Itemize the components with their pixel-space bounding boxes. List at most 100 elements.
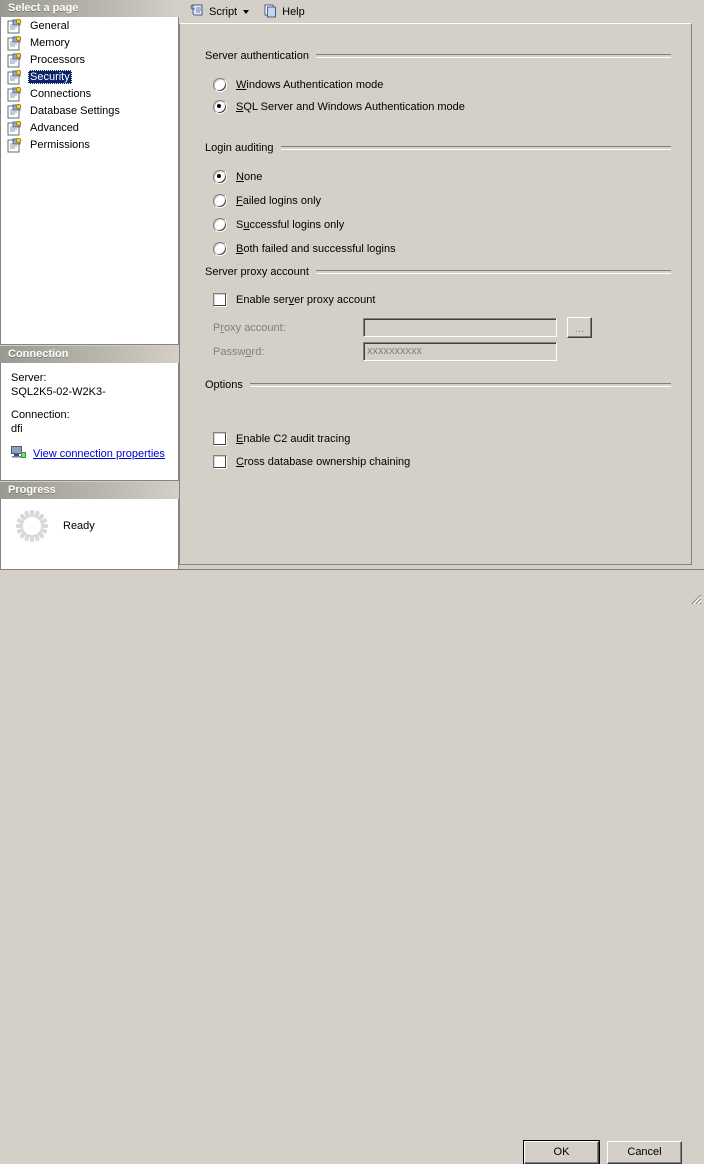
progress-panel: Ready <box>0 499 179 570</box>
page-icon <box>7 86 23 102</box>
connection-header: Connection <box>0 346 179 363</box>
server-authentication-options[interactable]: Windows Authentication mode SQL Server an… <box>213 76 671 116</box>
login-audit-option-row-3[interactable]: Both failed and successful logins <box>213 240 671 258</box>
proxy-password-label: Password: <box>213 345 265 358</box>
sidebar-item-label: Processors <box>30 54 86 66</box>
page-icon <box>7 18 23 34</box>
group-separator-line <box>280 146 671 150</box>
help-button[interactable]: Help <box>258 2 310 22</box>
sidebar-item-processors[interactable]: Processors <box>1 52 178 68</box>
login-audit-option-radio-3[interactable] <box>213 242 227 256</box>
options-title: Options <box>205 379 243 391</box>
sidebar-item-label: Advanced <box>30 122 79 134</box>
page-list[interactable]: General Memory Processors Security Connectio… <box>0 17 179 345</box>
login-audit-option-label-1: Failed logins only <box>236 195 322 207</box>
connection-user-value: dfi <box>11 423 23 435</box>
login-audit-option-row-1[interactable]: Failed logins only <box>213 192 671 210</box>
login-audit-option-radio-2[interactable] <box>213 218 227 232</box>
resize-grip[interactable] <box>688 591 702 605</box>
sidebar-item-memory[interactable]: Memory <box>1 35 178 51</box>
sidebar-item-security[interactable]: Security <box>1 69 178 85</box>
server-authentication-title: Server authentication <box>205 50 309 62</box>
proxy-account-input[interactable] <box>363 318 557 337</box>
enable-server-proxy-account-row[interactable]: Enable server proxy account <box>213 291 671 309</box>
dialog-button-bar: OK Cancel <box>0 570 704 1164</box>
sidebar-item-advanced[interactable]: Advanced <box>1 120 178 136</box>
settings-form: Server authentication Windows Authentica… <box>179 23 704 565</box>
ok-button[interactable]: OK <box>523 1140 600 1164</box>
page-icon <box>7 69 23 85</box>
toolbar: Script Help <box>179 0 704 23</box>
login-auditing-group: Login auditing None Failed logins only Suc… <box>205 141 671 258</box>
help-icon <box>263 3 282 21</box>
login-audit-option-label-0: None <box>236 171 263 183</box>
enable-server-proxy-account-checkbox[interactable] <box>213 293 227 307</box>
proxy-account-browse-button[interactable]: ... <box>567 317 592 338</box>
page-icon <box>7 120 23 136</box>
options-checkboxes[interactable]: Enable C2 audit tracing Cross database ow… <box>213 430 671 471</box>
chevron-down-icon[interactable] <box>243 9 250 14</box>
page-icon <box>7 35 23 51</box>
left-panel: Select a page General Memory Processors Sec… <box>0 0 179 570</box>
group-separator-line <box>315 54 671 58</box>
login-auditing-title: Login auditing <box>205 142 274 154</box>
server-auth-option-row-0[interactable]: Windows Authentication mode <box>213 76 671 94</box>
server-auth-option-radio-0[interactable] <box>213 78 227 92</box>
login-audit-option-radio-1[interactable] <box>213 194 227 208</box>
server-auth-option-label-0: Windows Authentication mode <box>236 79 384 91</box>
sidebar-item-label: Connections <box>30 88 92 100</box>
page-icon <box>7 103 23 119</box>
sidebar-item-database-settings[interactable]: Database Settings <box>1 103 178 119</box>
group-separator-line <box>315 270 671 274</box>
script-button-label: Script <box>209 5 238 18</box>
select-a-page-header: Select a page <box>0 0 179 17</box>
sidebar-item-permissions[interactable]: Permissions <box>1 137 178 153</box>
server-authentication-group: Server authentication Windows Authentica… <box>205 49 671 116</box>
connection-computer-icon <box>11 445 27 463</box>
progress-spinner-icon <box>15 509 49 543</box>
server-value: SQL2K5-02-W2K3- <box>11 386 106 398</box>
progress-status-text: Ready <box>63 520 95 532</box>
view-connection-properties-link[interactable]: View connection properties <box>33 448 165 460</box>
proxy-account-label: Proxy account: <box>213 321 286 334</box>
sidebar-item-label: Memory <box>30 37 70 49</box>
option-check-checkbox-0[interactable] <box>213 432 227 446</box>
sidebar-item-label: Permissions <box>30 139 90 151</box>
sidebar-item-label: General <box>30 20 70 32</box>
option-check-row-0[interactable]: Enable C2 audit tracing <box>213 430 671 448</box>
login-audit-option-label-3: Both failed and successful logins <box>236 243 396 255</box>
server-auth-option-radio-1[interactable] <box>213 100 227 114</box>
server-proxy-account-header: Server proxy account <box>205 265 671 279</box>
sidebar-item-general[interactable]: General <box>1 18 178 34</box>
script-icon <box>190 3 209 21</box>
proxy-account-row[interactable]: Proxy account: ... <box>213 317 671 338</box>
server-proxy-account-title: Server proxy account <box>205 266 309 278</box>
server-auth-option-row-1[interactable]: SQL Server and Windows Authentication mo… <box>213 98 671 116</box>
server-auth-option-label-1: SQL Server and Windows Authentication mo… <box>236 101 465 113</box>
login-auditing-header: Login auditing <box>205 141 671 155</box>
view-connection-properties-row[interactable]: View connection properties <box>11 445 168 463</box>
cancel-button[interactable]: Cancel <box>607 1141 682 1164</box>
connection-panel: Server: SQL2K5-02-W2K3- Connection: dfi … <box>0 363 179 481</box>
proxy-password-input[interactable]: xxxxxxxxxx <box>363 342 557 361</box>
login-audit-option-radio-0[interactable] <box>213 170 227 184</box>
login-audit-option-row-0[interactable]: None <box>213 168 671 186</box>
connection-user-label: Connection: <box>11 409 70 421</box>
page-icon <box>7 52 23 68</box>
login-auditing-options[interactable]: None Failed logins only Successful logins … <box>213 168 671 258</box>
options-group: Options Enable C2 audit tracing Cross dat… <box>205 378 671 471</box>
server-label: Server: <box>11 372 47 384</box>
sidebar-item-connections[interactable]: Connections <box>1 86 178 102</box>
server-proxy-account-group: Server proxy account Enable server proxy… <box>205 265 671 362</box>
progress-header: Progress <box>0 482 179 499</box>
login-audit-option-label-2: Successful logins only <box>236 219 345 231</box>
script-button[interactable]: Script <box>185 2 254 22</box>
option-check-checkbox-1[interactable] <box>213 455 227 469</box>
option-check-label-1: Cross database ownership chaining <box>236 456 411 468</box>
sidebar-item-label: Security <box>28 70 72 84</box>
option-check-row-1[interactable]: Cross database ownership chaining <box>213 453 671 471</box>
proxy-password-row[interactable]: Password: xxxxxxxxxx <box>213 341 671 362</box>
options-header: Options <box>205 378 671 392</box>
login-audit-option-row-2[interactable]: Successful logins only <box>213 216 671 234</box>
page-icon <box>7 137 23 153</box>
